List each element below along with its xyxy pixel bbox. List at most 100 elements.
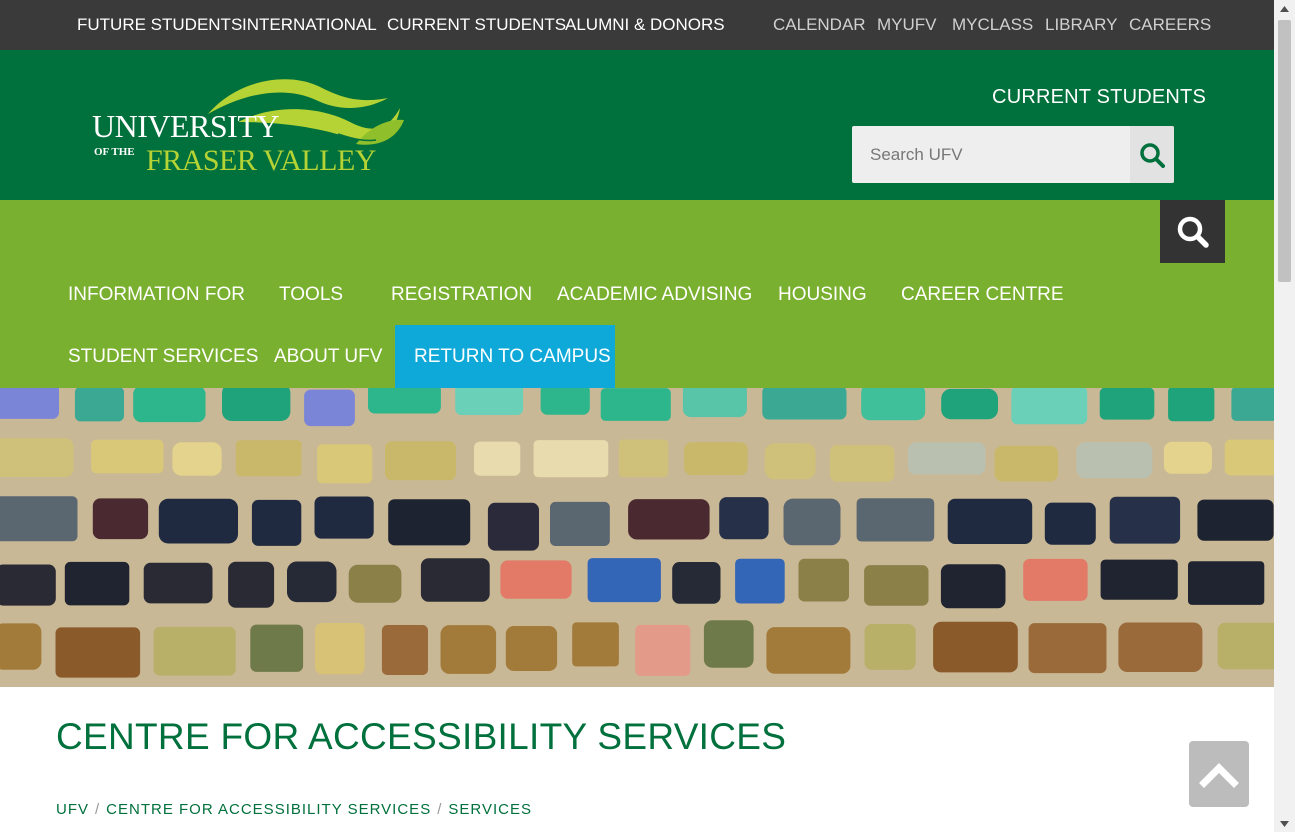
mosaic-tiles-image: [0, 388, 1274, 678]
site-search: [852, 126, 1174, 183]
mosaic-tile: [762, 388, 847, 420]
mosaic-tile: [440, 625, 497, 674]
mosaic-tile: [500, 560, 572, 599]
search-input[interactable]: [852, 126, 1130, 183]
mosaic-tile: [628, 499, 710, 540]
mosaic-tile: [940, 564, 1006, 609]
mosaic-tile: [703, 620, 754, 668]
mosaic-tile: [830, 445, 895, 482]
logo-text-fraser-valley: FRASER VALLEY: [146, 144, 376, 177]
mosaic-tile: [487, 502, 539, 551]
breadcrumb: UFV / CENTRE FOR ACCESSIBILITY SERVICES / SE…: [56, 801, 532, 818]
mosaic-tile: [908, 442, 986, 475]
mosaic-tile: [672, 562, 721, 604]
mosaic-tile: [1023, 558, 1088, 601]
mosaic-tile: [766, 627, 851, 674]
utility-link-myclass[interactable]: MYCLASS: [952, 14, 1033, 36]
mosaic-tile: [587, 558, 661, 603]
mosaic-tile: [861, 388, 926, 421]
mosaic-tile: [994, 445, 1059, 482]
mosaic-tile: [64, 561, 130, 606]
hero-banner-image: [0, 388, 1274, 687]
main-navigation: INFORMATION FOR TOOLS REGISTRATION ACADE…: [0, 200, 1274, 388]
mosaic-tile: [1231, 388, 1274, 421]
mosaic-tile: [1044, 502, 1096, 545]
mosaic-tile: [856, 498, 935, 542]
mosaic-tile: [1217, 622, 1274, 670]
mosaic-tile: [74, 388, 124, 422]
mosaic-tile: [388, 499, 471, 546]
search-submit-button[interactable]: [1130, 126, 1174, 183]
mosaic-tile: [92, 498, 149, 540]
mosaic-tile: [1118, 622, 1203, 672]
site-header: UNIVERSITY OF THE FRASER VALLEY CURRENT …: [0, 50, 1274, 200]
mosaic-tile: [158, 498, 238, 544]
mosaic-tile: [798, 558, 849, 602]
nav-item-about-ufv[interactable]: ABOUT UFV: [274, 325, 382, 388]
mosaic-tile: [1168, 388, 1215, 422]
nav-item-information-for[interactable]: INFORMATION FOR: [68, 263, 245, 326]
utility-link-future-students[interactable]: FUTURE STUDENTS: [77, 14, 242, 36]
mosaic-tile: [941, 388, 998, 420]
mosaic-tile: [533, 440, 609, 478]
page: FUTURE STUDENTS INTERNATIONAL CURRENT ST…: [0, 0, 1274, 832]
breadcrumb-link-services[interactable]: SERVICES: [448, 801, 532, 818]
mosaic-tile: [0, 438, 74, 477]
mosaic-tile: [455, 388, 524, 415]
utility-link-library[interactable]: LIBRARY: [1045, 14, 1117, 36]
section-title[interactable]: CURRENT STUDENTS: [992, 86, 1206, 109]
mosaic-tile: [348, 564, 402, 603]
mosaic-tile: [864, 565, 929, 606]
nav-item-housing[interactable]: HOUSING: [778, 263, 867, 326]
mosaic-tile: [1224, 439, 1274, 476]
mosaic-tile: [684, 442, 748, 476]
search-icon: [1140, 142, 1165, 168]
nav-search-toggle-button[interactable]: [1160, 200, 1225, 263]
utility-link-myufv[interactable]: MYUFV: [877, 14, 937, 36]
mosaic-tile: [1197, 499, 1274, 541]
nav-item-academic-advising[interactable]: ACADEMIC ADVISING: [557, 263, 752, 326]
mosaic-tile: [315, 623, 365, 675]
mosaic-tile: [0, 388, 59, 419]
mosaic-tile: [933, 621, 1018, 673]
mosaic-tile: [304, 389, 355, 427]
mosaic-tile: [385, 441, 456, 481]
ufv-logo[interactable]: UNIVERSITY OF THE FRASER VALLEY: [88, 74, 408, 184]
utility-bar: FUTURE STUDENTS INTERNATIONAL CURRENT ST…: [0, 0, 1274, 50]
back-to-top-button[interactable]: [1189, 741, 1249, 807]
logo-text-of-the: OF THE: [94, 146, 135, 158]
scroll-down-arrow[interactable]: [1274, 815, 1295, 832]
scrollbar-thumb[interactable]: [1278, 20, 1291, 282]
chevron-up-icon: [1199, 763, 1239, 788]
mosaic-tile: [1076, 442, 1153, 479]
mosaic-tile: [228, 561, 275, 608]
mosaic-tile: [250, 624, 304, 672]
mosaic-tile: [55, 627, 141, 678]
breadcrumb-separator: /: [95, 801, 101, 818]
mosaic-tile: [783, 498, 841, 546]
nav-item-return-to-campus[interactable]: RETURN TO CAMPUS: [395, 325, 615, 388]
nav-item-tools[interactable]: TOOLS: [279, 263, 343, 326]
nav-item-student-services[interactable]: STUDENT SERVICES: [68, 325, 258, 388]
mosaic-tile: [251, 499, 302, 546]
mosaic-tile: [317, 444, 373, 484]
mosaic-tile: [600, 388, 671, 421]
mosaic-tile: [618, 439, 669, 478]
nav-item-career-centre[interactable]: CAREER CENTRE: [901, 263, 1064, 326]
breadcrumb-link-ufv[interactable]: UFV: [56, 801, 89, 818]
mosaic-tile: [0, 496, 78, 542]
mosaic-tile: [1028, 623, 1107, 674]
mosaic-tile: [143, 562, 213, 604]
utility-link-current-students[interactable]: CURRENT STUDENTS: [387, 14, 566, 36]
utility-link-calendar[interactable]: CALENDAR: [773, 14, 866, 36]
nav-item-registration[interactable]: REGISTRATION: [391, 263, 532, 326]
scroll-up-arrow[interactable]: [1274, 0, 1295, 17]
utility-link-careers[interactable]: CAREERS: [1129, 14, 1211, 36]
breadcrumb-link-accessibility-services[interactable]: CENTRE FOR ACCESSIBILITY SERVICES: [106, 801, 431, 818]
mosaic-tile: [1188, 561, 1265, 605]
vertical-scrollbar[interactable]: [1274, 0, 1295, 832]
utility-link-alumni-donors[interactable]: ALUMNI & DONORS: [565, 14, 725, 36]
utility-link-international[interactable]: INTERNATIONAL: [242, 14, 377, 36]
mosaic-tile: [287, 561, 337, 603]
breadcrumb-separator: /: [437, 801, 443, 818]
